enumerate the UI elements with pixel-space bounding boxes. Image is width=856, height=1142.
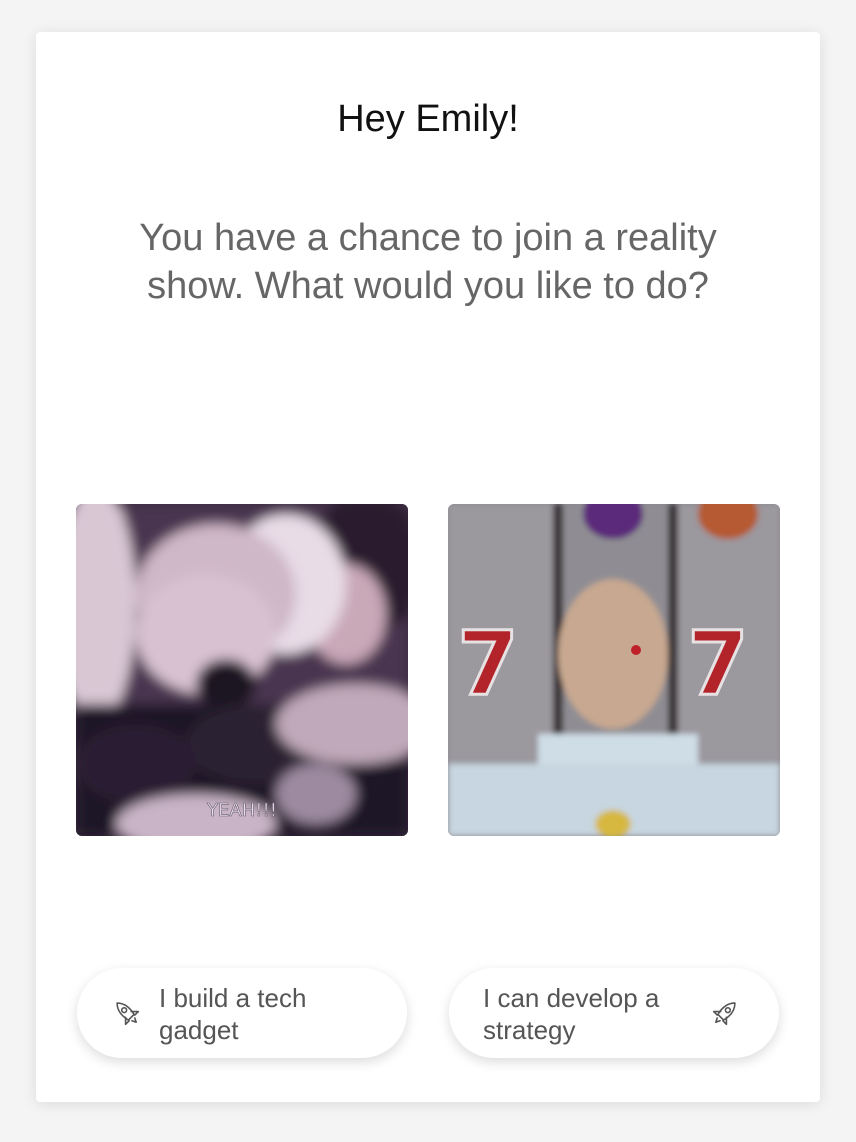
gif-excited-baby[interactable]: YEAH!!! (76, 504, 408, 836)
rocket-icon (707, 995, 743, 1031)
gif-excited-baby-image: YEAH!!! (76, 504, 408, 836)
gif-slot-machine[interactable]: 7 7 (448, 504, 780, 836)
greeting-title: Hey Emily! (337, 98, 519, 140)
rocket-icon (109, 995, 145, 1031)
option-build-gadget-label: I build a tech gadget (159, 983, 307, 1045)
option-build-gadget-button[interactable]: I build a tech gadget (77, 968, 407, 1058)
svg-text:7: 7 (687, 612, 748, 715)
svg-text:7: 7 (457, 612, 518, 715)
question-text: You have a chance to join a reality show… (139, 217, 717, 307)
option-develop-strategy-button[interactable]: I can develop a strategy (449, 968, 779, 1058)
option-develop-strategy-label: I can develop a strategy (483, 983, 660, 1045)
gif-slot-machine-image: 7 7 (448, 504, 780, 836)
gif-left-caption: YEAH!!! (206, 800, 277, 821)
